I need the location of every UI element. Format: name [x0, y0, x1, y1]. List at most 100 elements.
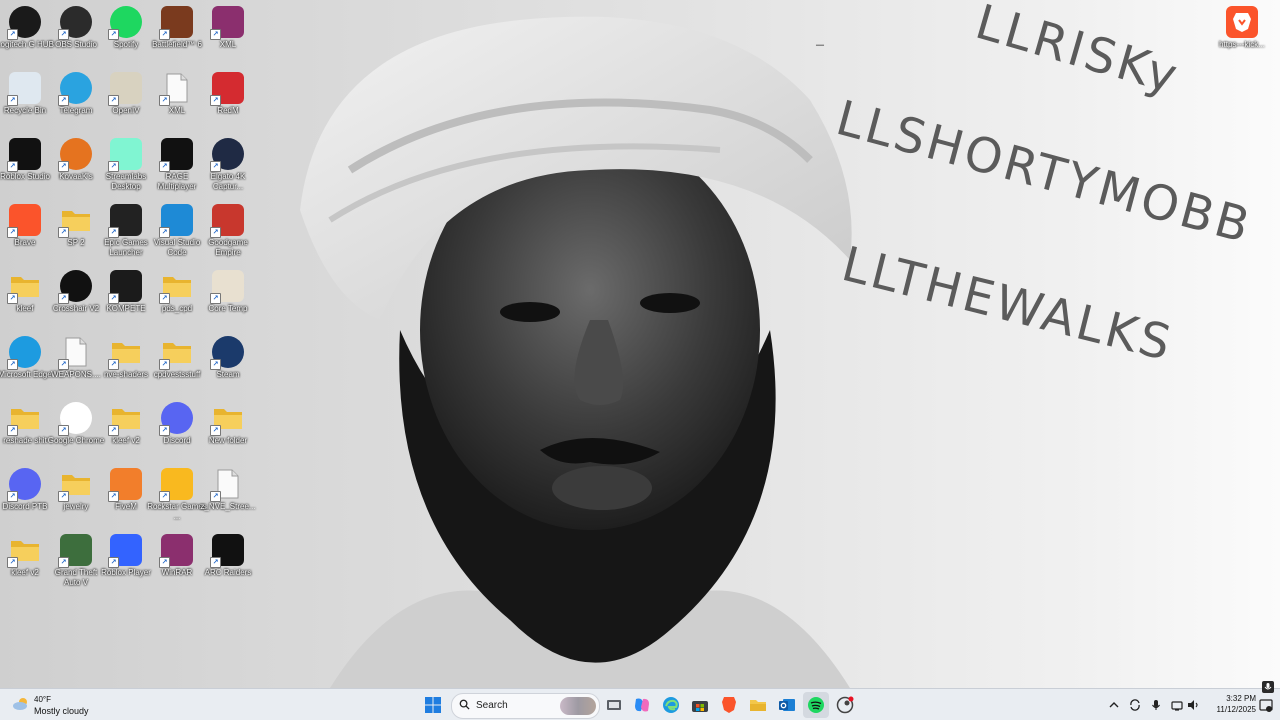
wallpaper-portrait: [290, 0, 890, 688]
epic-games-icon: ↗: [108, 204, 142, 238]
taskbar-file-explorer[interactable]: [745, 692, 771, 718]
shortcut-arrow-icon: ↗: [210, 293, 221, 304]
taskbar-brave[interactable]: [716, 692, 742, 718]
shortcut-arrow-icon: ↗: [7, 29, 18, 40]
shortcut-arrow-icon: ↗: [58, 95, 69, 106]
desktop-shortcut[interactable]: ↗ Steam: [197, 332, 259, 380]
folder-icon: ↗: [159, 270, 193, 304]
shortcut-arrow-icon: ↗: [108, 359, 119, 370]
search-highlight-image: [560, 697, 596, 715]
desktop-shortcut[interactable]: ↗ Elgato 4K Captur...: [197, 134, 259, 192]
shortcut-arrow-icon: ↗: [210, 29, 221, 40]
outlook-icon: [779, 699, 795, 711]
shortcut-arrow-icon: ↗: [210, 359, 221, 370]
folder-icon: ↗: [7, 402, 41, 436]
shortcut-arrow-icon: ↗: [7, 425, 18, 436]
desktop-icon-label: New folder: [208, 436, 248, 445]
desktop-shortcut[interactable]: ↗ XML: [197, 2, 259, 50]
shortcut-arrow-icon: ↗: [58, 359, 69, 370]
shortcut-arrow-icon: ↗: [58, 425, 69, 436]
desktop-shortcut[interactable]: ↗ ARC Raiders: [197, 530, 259, 578]
shortcut-arrow-icon: ↗: [7, 359, 18, 370]
taskbar-spotify[interactable]: [803, 692, 829, 718]
arc-raiders-icon: ↗: [210, 534, 244, 568]
desktop-shortcut[interactable]: ↗ Goodgame Empire: [197, 200, 259, 258]
copilot-button[interactable]: [629, 692, 655, 718]
obs-icon: ↗: [58, 6, 92, 40]
shortcut-arrow-icon: ↗: [58, 293, 69, 304]
battlefield-icon: ↗: [159, 6, 193, 40]
shortcut-arrow-icon: ↗: [159, 293, 170, 304]
chevron-up-icon[interactable]: [1108, 699, 1120, 711]
desktop-icon-label: Core Temp: [208, 304, 248, 313]
volume-icon[interactable]: [1187, 699, 1199, 711]
desktop-shortcut[interactable]: ↗ Core Temp: [197, 266, 259, 314]
desktop-icon-label: ARC Raiders: [204, 568, 252, 577]
shortcut-arrow-icon: ↗: [108, 161, 119, 172]
edge-icon: [663, 697, 679, 713]
start-button[interactable]: [420, 692, 446, 718]
core-temp-icon: ↗: [210, 270, 244, 304]
taskbar-clock[interactable]: 3:32 PM 11/12/2025: [1204, 693, 1256, 715]
vscode-icon: ↗: [159, 204, 193, 238]
taskbar-outlook[interactable]: [774, 692, 800, 718]
shortcut-arrow-icon: ↗: [108, 227, 119, 238]
desktop-shortcut[interactable]: ↗ New folder: [197, 398, 259, 446]
shortcut-arrow-icon: ↗: [58, 227, 69, 238]
folder-icon: ↗: [58, 204, 92, 238]
shortcut-arrow-icon: ↗: [7, 557, 18, 568]
shortcut-arrow-icon: ↗: [159, 359, 170, 370]
gta-v-icon: ↗: [58, 534, 92, 568]
search-label: Search: [476, 700, 508, 711]
shortcut-arrow-icon: ↗: [159, 29, 170, 40]
taskbar-steam[interactable]: [832, 692, 858, 718]
desktop-shortcut[interactable]: ↗ z_NVE_Stree...: [197, 464, 259, 512]
microphone-icon[interactable]: [1150, 699, 1162, 711]
task-view-button[interactable]: [601, 692, 627, 718]
desktop-icon-label: Elgato 4K Captur...: [210, 172, 246, 191]
start-icon: [425, 697, 441, 713]
folder-icon: ↗: [108, 402, 142, 436]
rockstar-icon: ↗: [159, 468, 193, 502]
weather-widget[interactable]: 40°F Mostly cloudy: [10, 693, 120, 719]
shortcut-arrow-icon: ↗: [108, 557, 119, 568]
folder-icon: ↗: [210, 402, 244, 436]
desktop-icon-label: https---kick...: [1219, 40, 1265, 49]
shortcut-arrow-icon: ↗: [159, 491, 170, 502]
brave-icon: ↗: [7, 204, 41, 238]
taskbar: 40°F Mostly cloudy Search 3:32 PM 11/12/…: [0, 688, 1280, 720]
weather-temperature: 40°F: [34, 695, 51, 704]
roblox-player-icon: ↗: [108, 534, 142, 568]
desktop-shortcut-kick[interactable]: https---kick...: [1212, 2, 1272, 50]
recycle-bin-icon: ↗: [7, 72, 41, 106]
shortcut-arrow-icon: ↗: [58, 29, 69, 40]
shortcut-arrow-icon: ↗: [58, 161, 69, 172]
document-icon: ↗: [159, 72, 193, 106]
spotify-icon: [808, 697, 824, 713]
taskbar-edge[interactable]: [658, 692, 684, 718]
shortcut-arrow-icon: ↗: [210, 425, 221, 436]
winrar-icon: ↗: [159, 534, 193, 568]
shortcut-arrow-icon: ↗: [108, 293, 119, 304]
elgato-4k-icon: ↗: [210, 138, 244, 172]
folder-icon: ↗: [7, 270, 41, 304]
taskbar-store[interactable]: [687, 692, 713, 718]
notification-icon[interactable]: [1259, 699, 1273, 713]
shortcut-arrow-icon: ↗: [159, 557, 170, 568]
taskbar-search[interactable]: Search: [451, 693, 600, 719]
desktop-icon-label: Steam: [216, 370, 240, 379]
shortcut-arrow-icon: ↗: [58, 557, 69, 568]
steam-icon: [836, 696, 854, 714]
shortcut-arrow-icon: ↗: [159, 227, 170, 238]
sync-icon[interactable]: [1129, 699, 1141, 711]
desktop-icon-label: RedM: [217, 106, 239, 115]
cloud-icon: [13, 698, 27, 710]
logitech-g-icon: ↗: [7, 6, 41, 40]
kovaaks-icon: ↗: [58, 138, 92, 172]
desktop-icon-label: z_NVE_Stree...: [200, 502, 256, 511]
network-icon[interactable]: [1171, 699, 1183, 711]
edge-icon: ↗: [7, 336, 41, 370]
task-view-icon: [607, 700, 621, 710]
desktop-shortcut[interactable]: ↗ RedM: [197, 68, 259, 116]
roblox-studio-icon: ↗: [7, 138, 41, 172]
